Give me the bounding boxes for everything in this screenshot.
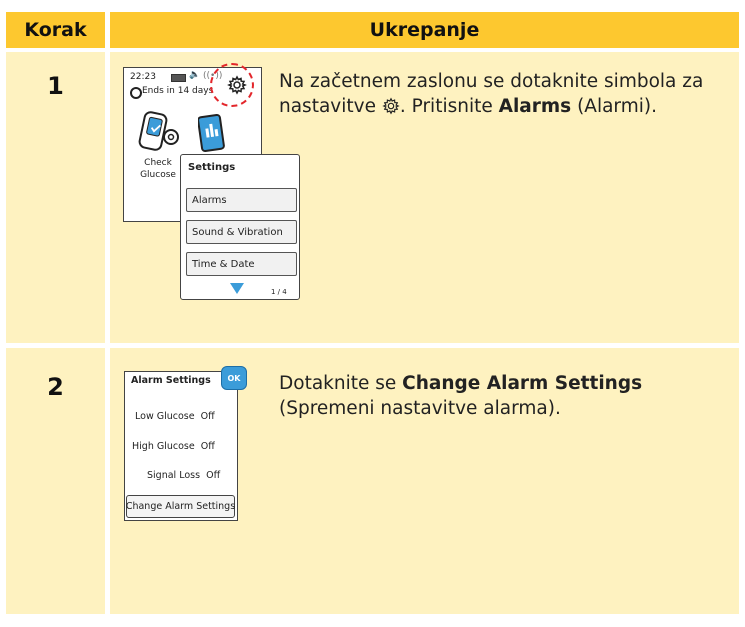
menu-item-alarms[interactable]: Alarms (186, 188, 297, 212)
alarm-value: Off (200, 411, 215, 422)
step-2-text-after: (Spremeni nastavitve alarma). (279, 398, 561, 419)
step-1-description: Na začetnem zaslonu se dotaknite simbola… (279, 69, 729, 122)
menu-item-sound-vibration[interactable]: Sound & Vibration (186, 220, 297, 244)
battery-icon (171, 74, 186, 82)
row-1-action-cell: 22:23 🔈 ((•)) Ends in 14 days Check Gluc… (110, 52, 739, 343)
settings-screen: Settings Alarms Sound & Vibration Time &… (180, 154, 300, 300)
alarm-value: Off (200, 441, 215, 452)
inline-gear-icon (382, 97, 400, 122)
alarm-settings-screen: Alarm Settings OK Low Glucose Off High G… (124, 366, 247, 521)
ok-button[interactable]: OK (221, 366, 247, 390)
sensor-icon (130, 87, 142, 99)
row-1-step-cell: 1 (6, 52, 105, 343)
gear-highlight-circle (210, 63, 254, 107)
change-alarm-settings-button[interactable]: Change Alarm Settings (126, 495, 235, 518)
step-2-text-before: Dotaknite se (279, 373, 403, 394)
alarm-label: Signal Loss (147, 470, 201, 481)
glucose-reader-icon (138, 111, 179, 151)
step-2-bold: Change Alarm Settings (402, 373, 643, 394)
settings-title: Settings (188, 162, 236, 173)
step-number-2: 2 (47, 373, 64, 401)
alarm-row-high-glucose: High Glucose Off (132, 441, 215, 452)
step-2-description: Dotaknite se Change Alarm Settings (Spre… (279, 371, 729, 421)
row-2-step-cell: 2 (6, 348, 105, 614)
step-1-text-mid: . Pritisnite (399, 96, 499, 117)
alarm-row-low-glucose: Low Glucose Off (135, 411, 215, 422)
step-number-1: 1 (47, 72, 64, 100)
check-glucose-label: Check Glucose (140, 158, 176, 180)
step-1-bold: Alarms (498, 96, 572, 117)
sound-icon: 🔈 (189, 70, 201, 80)
logbook-icon[interactable] (197, 114, 226, 154)
header-action: Ukrepanje (110, 12, 739, 48)
row-2-action-cell: Alarm Settings OK Low Glucose Off High G… (110, 348, 739, 614)
header-step: Korak (6, 12, 105, 48)
alarm-settings-title: Alarm Settings (131, 375, 211, 386)
menu-item-time-date[interactable]: Time & Date (186, 252, 297, 276)
sensor-status: Ends in 14 days (142, 86, 214, 96)
alarm-label: Low Glucose (135, 411, 195, 422)
scroll-down-arrow-icon[interactable] (230, 283, 244, 294)
header-step-label: Korak (24, 19, 87, 41)
alarm-label: High Glucose (132, 441, 195, 452)
status-time: 22:23 (130, 72, 156, 82)
alarm-value: Off (206, 470, 221, 481)
step-1-text-after: (Alarmi). (571, 96, 657, 117)
header-action-label: Ukrepanje (369, 19, 480, 41)
change-alarm-settings-label: Change Alarm Settings (125, 501, 236, 512)
ok-label: OK (227, 373, 241, 383)
alarm-row-signal-loss: Signal Loss Off (147, 470, 220, 481)
page-indicator: 1 / 4 (271, 288, 287, 296)
check-glucose-button[interactable]: Check Glucose (134, 111, 184, 180)
